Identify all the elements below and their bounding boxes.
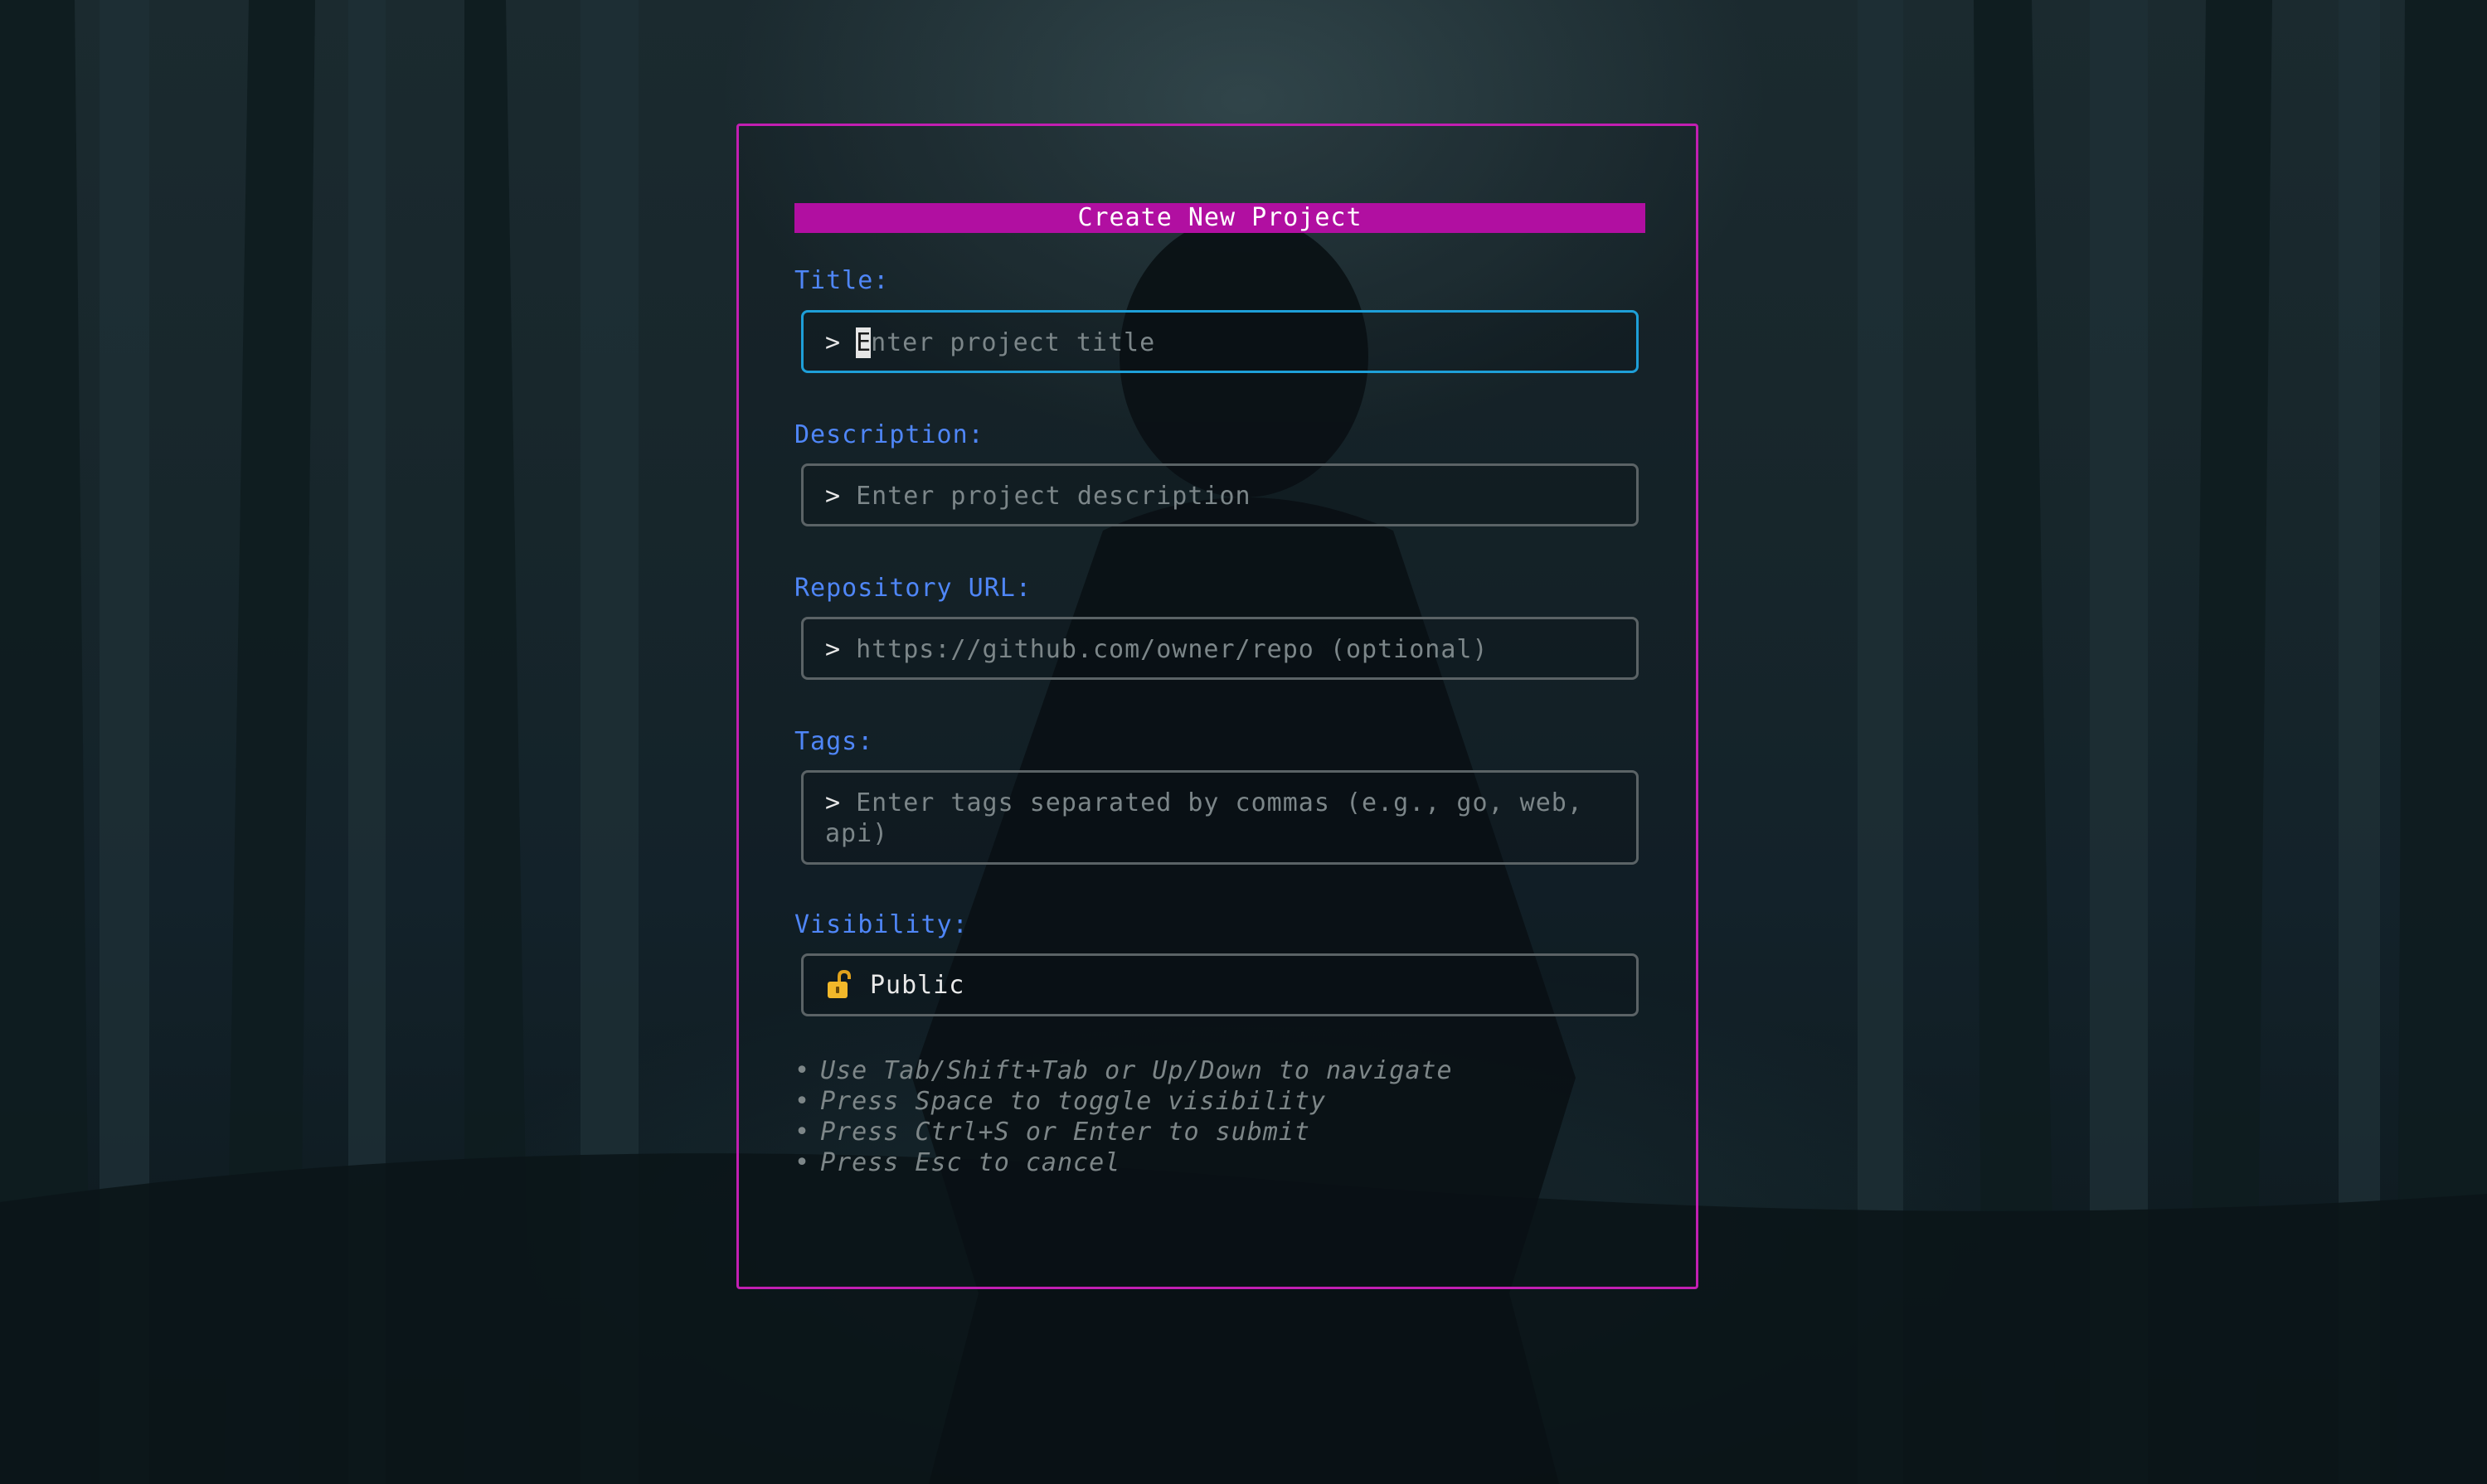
help-item: • Press Esc to cancel — [794, 1148, 1121, 1177]
description-placeholder: Enter project description — [856, 482, 1251, 511]
description-input[interactable]: > Enter project description — [801, 463, 1639, 526]
dialog-title: Create New Project — [794, 203, 1645, 233]
tags-placeholder: Enter tags separated by commas (e.g., go… — [825, 788, 1583, 848]
unlocked-padlock-icon — [825, 969, 853, 1000]
title-label: Title: — [794, 266, 890, 295]
help-item: • Press Ctrl+S or Enter to submit — [794, 1118, 1310, 1147]
bullet-icon: • — [794, 1056, 811, 1085]
prompt-marker: > — [825, 482, 842, 511]
prompt-marker: > — [825, 788, 842, 817]
repository-url-placeholder: https://github.com/owner/repo (optional) — [856, 635, 1489, 664]
visibility-label: Visibility: — [794, 910, 969, 939]
keyboard-help-list: • Use Tab/Shift+Tab or Up/Down to navigat… — [794, 1055, 1453, 1178]
title-placeholder: nter project title — [871, 328, 1156, 357]
repository-url-input[interactable]: > https://github.com/owner/repo (optional… — [801, 617, 1639, 680]
help-item: • Use Tab/Shift+Tab or Up/Down to navigat… — [794, 1056, 1453, 1085]
repository-url-label: Repository URL: — [794, 574, 1032, 603]
create-project-dialog: Create New Project Title: > Enter project… — [736, 124, 1698, 1289]
description-label: Description: — [794, 420, 984, 449]
tags-label: Tags: — [794, 727, 874, 756]
visibility-toggle[interactable]: Public — [801, 953, 1639, 1016]
text-cursor: E — [856, 327, 872, 358]
tags-input[interactable]: > Enter tags separated by commas (e.g., g… — [801, 770, 1639, 865]
prompt-marker: > — [825, 635, 842, 664]
help-item: • Press Space to toggle visibility — [794, 1087, 1327, 1116]
bullet-icon: • — [794, 1087, 811, 1116]
prompt-marker: > — [825, 328, 842, 357]
visibility-value: Public — [870, 970, 965, 1000]
bullet-icon: • — [794, 1118, 811, 1147]
title-input[interactable]: > Enter project title — [801, 310, 1639, 373]
bullet-icon: • — [794, 1148, 811, 1177]
